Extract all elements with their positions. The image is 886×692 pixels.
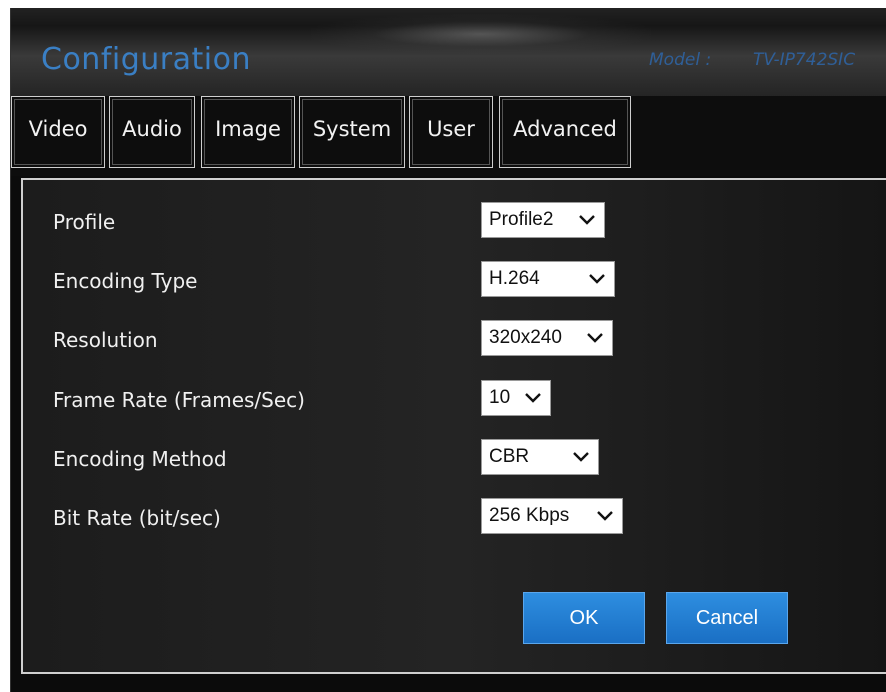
configuration-window: Configuration Model : TV-IP742SIC Video … [10, 8, 886, 692]
bit-rate-select-value: 256 Kbps [489, 505, 570, 526]
chevron-down-icon [584, 328, 606, 348]
model-value: TV-IP742SIC [753, 50, 856, 70]
tab-image[interactable]: Image [201, 96, 295, 168]
tab-video[interactable]: Video [11, 96, 105, 168]
ok-button[interactable]: OK [523, 592, 645, 644]
video-settings-panel: Profile Profile2 Encoding Type H.264 Res… [21, 178, 886, 674]
chevron-down-icon [594, 506, 616, 526]
profile-select[interactable]: Profile2 [481, 202, 605, 238]
encoding-method-select-value: CBR [489, 446, 530, 467]
frame-rate-select[interactable]: 10 [481, 380, 551, 416]
profile-label: Profile [53, 210, 116, 234]
resolution-select-value: 320x240 [489, 327, 562, 348]
header-glow [311, 14, 651, 54]
bit-rate-label: Bit Rate (bit/sec) [53, 506, 221, 530]
encoding-method-label: Encoding Method [53, 447, 227, 471]
tab-audio[interactable]: Audio [109, 96, 195, 168]
page-title: Configuration [41, 42, 251, 77]
chevron-down-icon [570, 447, 592, 467]
model-label: Model : [649, 50, 712, 70]
chevron-down-icon [576, 210, 598, 230]
frame-rate-label: Frame Rate (Frames/Sec) [53, 388, 305, 412]
profile-select-value: Profile2 [489, 209, 554, 230]
chevron-down-icon [522, 388, 544, 408]
header-bar: Configuration Model : TV-IP742SIC [11, 8, 886, 108]
encoding-type-label: Encoding Type [53, 269, 198, 293]
frame-rate-select-value: 10 [489, 387, 511, 408]
tab-system[interactable]: System [299, 96, 405, 168]
cancel-button[interactable]: Cancel [666, 592, 788, 644]
bit-rate-select[interactable]: 256 Kbps [481, 498, 623, 534]
tab-bar: Video Audio Image System User Advanced [11, 96, 886, 176]
chevron-down-icon [586, 269, 608, 289]
resolution-select[interactable]: 320x240 [481, 320, 613, 356]
encoding-type-select[interactable]: H.264 [481, 261, 615, 297]
tab-user[interactable]: User [409, 96, 493, 168]
encoding-method-select[interactable]: CBR [481, 439, 599, 475]
encoding-type-select-value: H.264 [489, 268, 540, 289]
resolution-label: Resolution [53, 328, 158, 352]
tab-advanced[interactable]: Advanced [499, 96, 631, 168]
